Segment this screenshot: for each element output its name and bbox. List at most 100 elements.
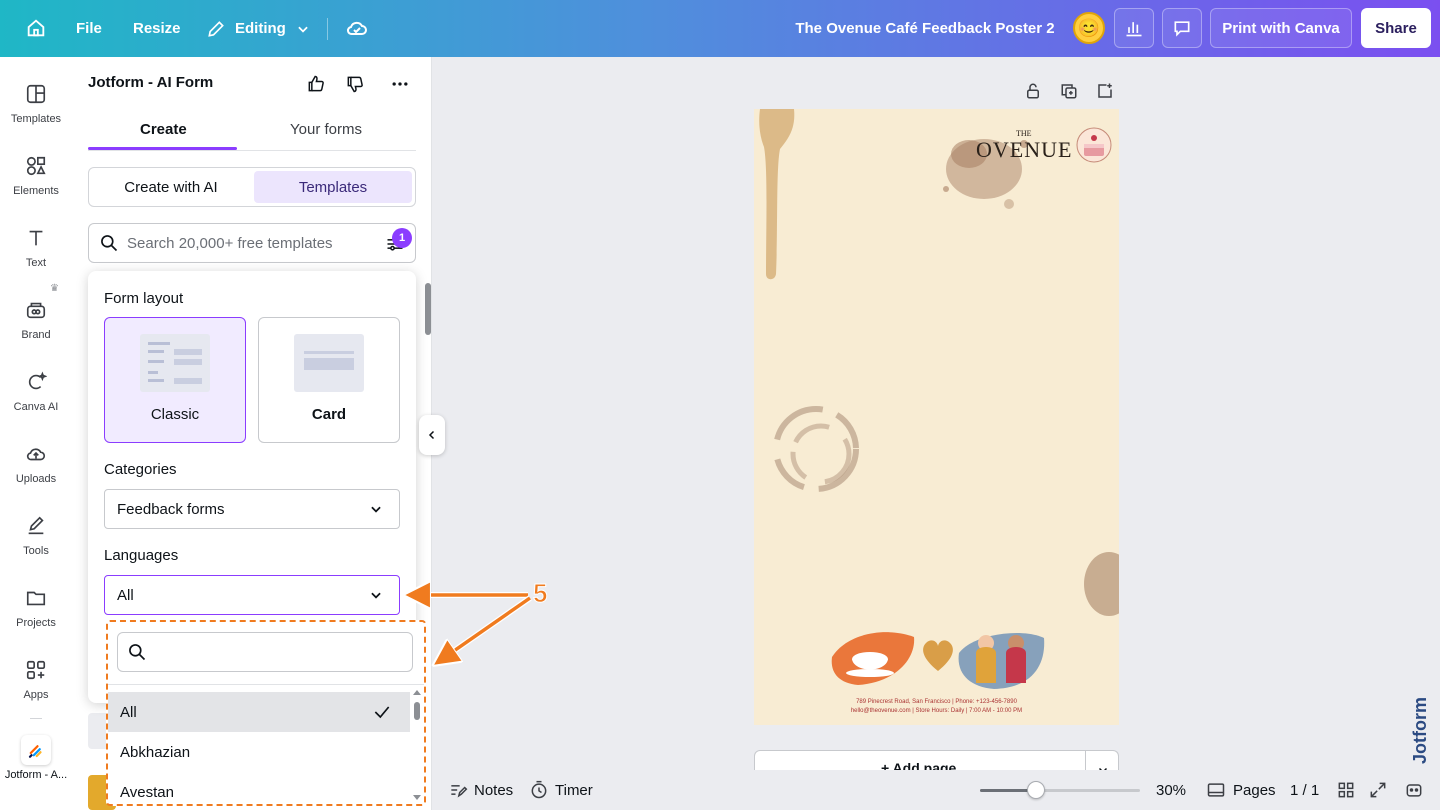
timer-button[interactable]: Timer [529, 770, 593, 810]
draw-tools-icon [28, 516, 44, 535]
fullscreen-button[interactable] [1368, 770, 1388, 810]
templates-option[interactable]: Templates [254, 171, 412, 203]
language-search-input[interactable] [117, 632, 413, 672]
bottom-bar: Notes Timer 30% Pages 1 / 1 [432, 770, 1440, 810]
folder-icon [26, 591, 46, 606]
timer-icon [531, 780, 547, 799]
template-search-input[interactable]: Search 20,000+ free templates [88, 223, 416, 263]
share-button[interactable]: Share [1361, 8, 1431, 48]
rail-label: Apps [23, 689, 49, 701]
rail-item-uploads[interactable]: Uploads [0, 439, 72, 503]
languages-dropdown-list: All Abkhazian Avestan [106, 620, 426, 806]
pages-button[interactable]: Pages [1206, 770, 1276, 810]
women-illustration [958, 633, 1045, 689]
notes-button[interactable]: Notes [448, 770, 513, 810]
thumbs-down-button[interactable] [340, 69, 370, 99]
rail-item-apps[interactable]: Apps [0, 655, 72, 719]
elements-icon [26, 156, 46, 176]
rail-item-brand[interactable]: Brand [0, 295, 72, 359]
rail-label: Templates [10, 113, 62, 125]
coffee-splash-graphic [943, 139, 1028, 209]
document-title[interactable]: The Ovenue Café Feedback Poster 2 [760, 0, 1090, 57]
rail-item-text[interactable]: Text [0, 223, 72, 287]
rail-label: Jotform - A... [4, 769, 68, 781]
scroll-up-icon [413, 690, 421, 695]
languages-select[interactable]: All [104, 575, 400, 615]
language-option-abkhazian[interactable]: Abkhazian [108, 732, 410, 772]
duplicate-icon [1061, 84, 1077, 99]
panel-scrollbar[interactable] [425, 283, 431, 335]
pages-icon [1207, 783, 1225, 797]
rail-item-projects[interactable]: Projects [0, 583, 72, 647]
coffee-ring-stain-graphic [773, 406, 859, 492]
collapse-panel-button[interactable] [419, 415, 445, 455]
tab-your-forms[interactable]: Your forms [290, 121, 362, 138]
chevron-down-icon [371, 506, 381, 513]
search-icon [129, 644, 146, 661]
layout-classic-option[interactable]: Classic [104, 317, 246, 443]
poster-canvas[interactable]: THE OVENUE 789 Pinecrest Road, San Franc… [754, 109, 1119, 725]
divider [108, 684, 424, 685]
poster-address-line: 789 Pinecrest Road, San Francisco | Phon… [856, 699, 1017, 705]
coffee-drip-graphic [759, 109, 795, 280]
rail-label: Uploads [15, 473, 57, 485]
search-placeholder: Search 20,000+ free templates [127, 234, 333, 252]
rail-item-elements[interactable]: Elements [0, 151, 72, 215]
layout-label: Classic [150, 406, 200, 423]
zoom-slider[interactable] [980, 781, 1140, 799]
chevron-down-icon [371, 592, 381, 599]
brand-icon [26, 302, 46, 319]
rail-item-tools[interactable]: Tools [0, 511, 72, 575]
card-layout-thumbnail [294, 334, 364, 392]
grid-view-button[interactable] [1336, 770, 1356, 810]
templates-icon [26, 84, 46, 104]
language-option-avestan[interactable]: Avestan [108, 772, 410, 804]
cloud-check-icon [347, 21, 367, 35]
rail-item-jotform[interactable]: Jotform - A... [0, 735, 72, 799]
fullscreen-icon [1370, 782, 1386, 798]
create-with-ai-option[interactable]: Create with AI [92, 171, 250, 203]
cake-logo-icon [1076, 127, 1112, 163]
scroll-thumb[interactable] [414, 702, 420, 720]
categories-select[interactable]: Feedback forms [104, 489, 400, 529]
thumbs-up-icon [308, 75, 324, 92]
duplicate-page-button[interactable] [1058, 80, 1080, 102]
unlock-icon [1027, 83, 1039, 99]
pencil-icon [208, 20, 224, 37]
file-menu[interactable]: File [76, 0, 102, 57]
thumbs-up-button[interactable] [301, 69, 331, 99]
layout-label: Card [311, 406, 347, 423]
add-page-icon-button[interactable] [1094, 80, 1116, 102]
divider [30, 718, 42, 719]
insights-button[interactable] [1114, 8, 1154, 48]
tab-create[interactable]: Create [140, 121, 187, 138]
rail-item-templates[interactable]: Templates [0, 79, 72, 143]
rail-item-canva-ai[interactable]: Canva AI [0, 367, 72, 431]
thumbs-down-icon [347, 76, 363, 93]
editing-mode-dropdown[interactable]: Editing [206, 0, 310, 57]
zoom-slider-handle[interactable] [1027, 781, 1045, 799]
comments-button[interactable] [1162, 8, 1202, 48]
resize-button[interactable]: Resize [133, 0, 181, 57]
page-count: 1 / 1 [1290, 781, 1320, 799]
language-option-all[interactable]: All [108, 692, 410, 732]
rail-label: Canva AI [13, 401, 59, 413]
more-options-button[interactable] [385, 69, 415, 99]
form-layout-heading: Form layout [104, 290, 184, 307]
layout-card-option[interactable]: Card [258, 317, 400, 443]
upload-cloud-icon [26, 448, 46, 461]
cloud-saved-button[interactable] [337, 8, 377, 48]
notes-icon [451, 785, 468, 798]
avatar[interactable]: 😊 [1073, 12, 1105, 44]
lock-page-button[interactable] [1022, 80, 1044, 102]
more-horizontal-icon [392, 82, 408, 86]
help-button[interactable] [1404, 770, 1424, 810]
dropdown-scrollbar[interactable] [412, 688, 422, 804]
text-icon [29, 230, 43, 246]
zoom-level-button[interactable]: 30% [1156, 770, 1186, 810]
print-with-canva-button[interactable]: Print with Canva [1210, 8, 1352, 48]
canva-ai-icon [28, 371, 47, 390]
home-button[interactable] [16, 8, 56, 48]
assistant-icon [1406, 784, 1422, 797]
jotform-side-badge: Jotform [1410, 697, 1430, 764]
